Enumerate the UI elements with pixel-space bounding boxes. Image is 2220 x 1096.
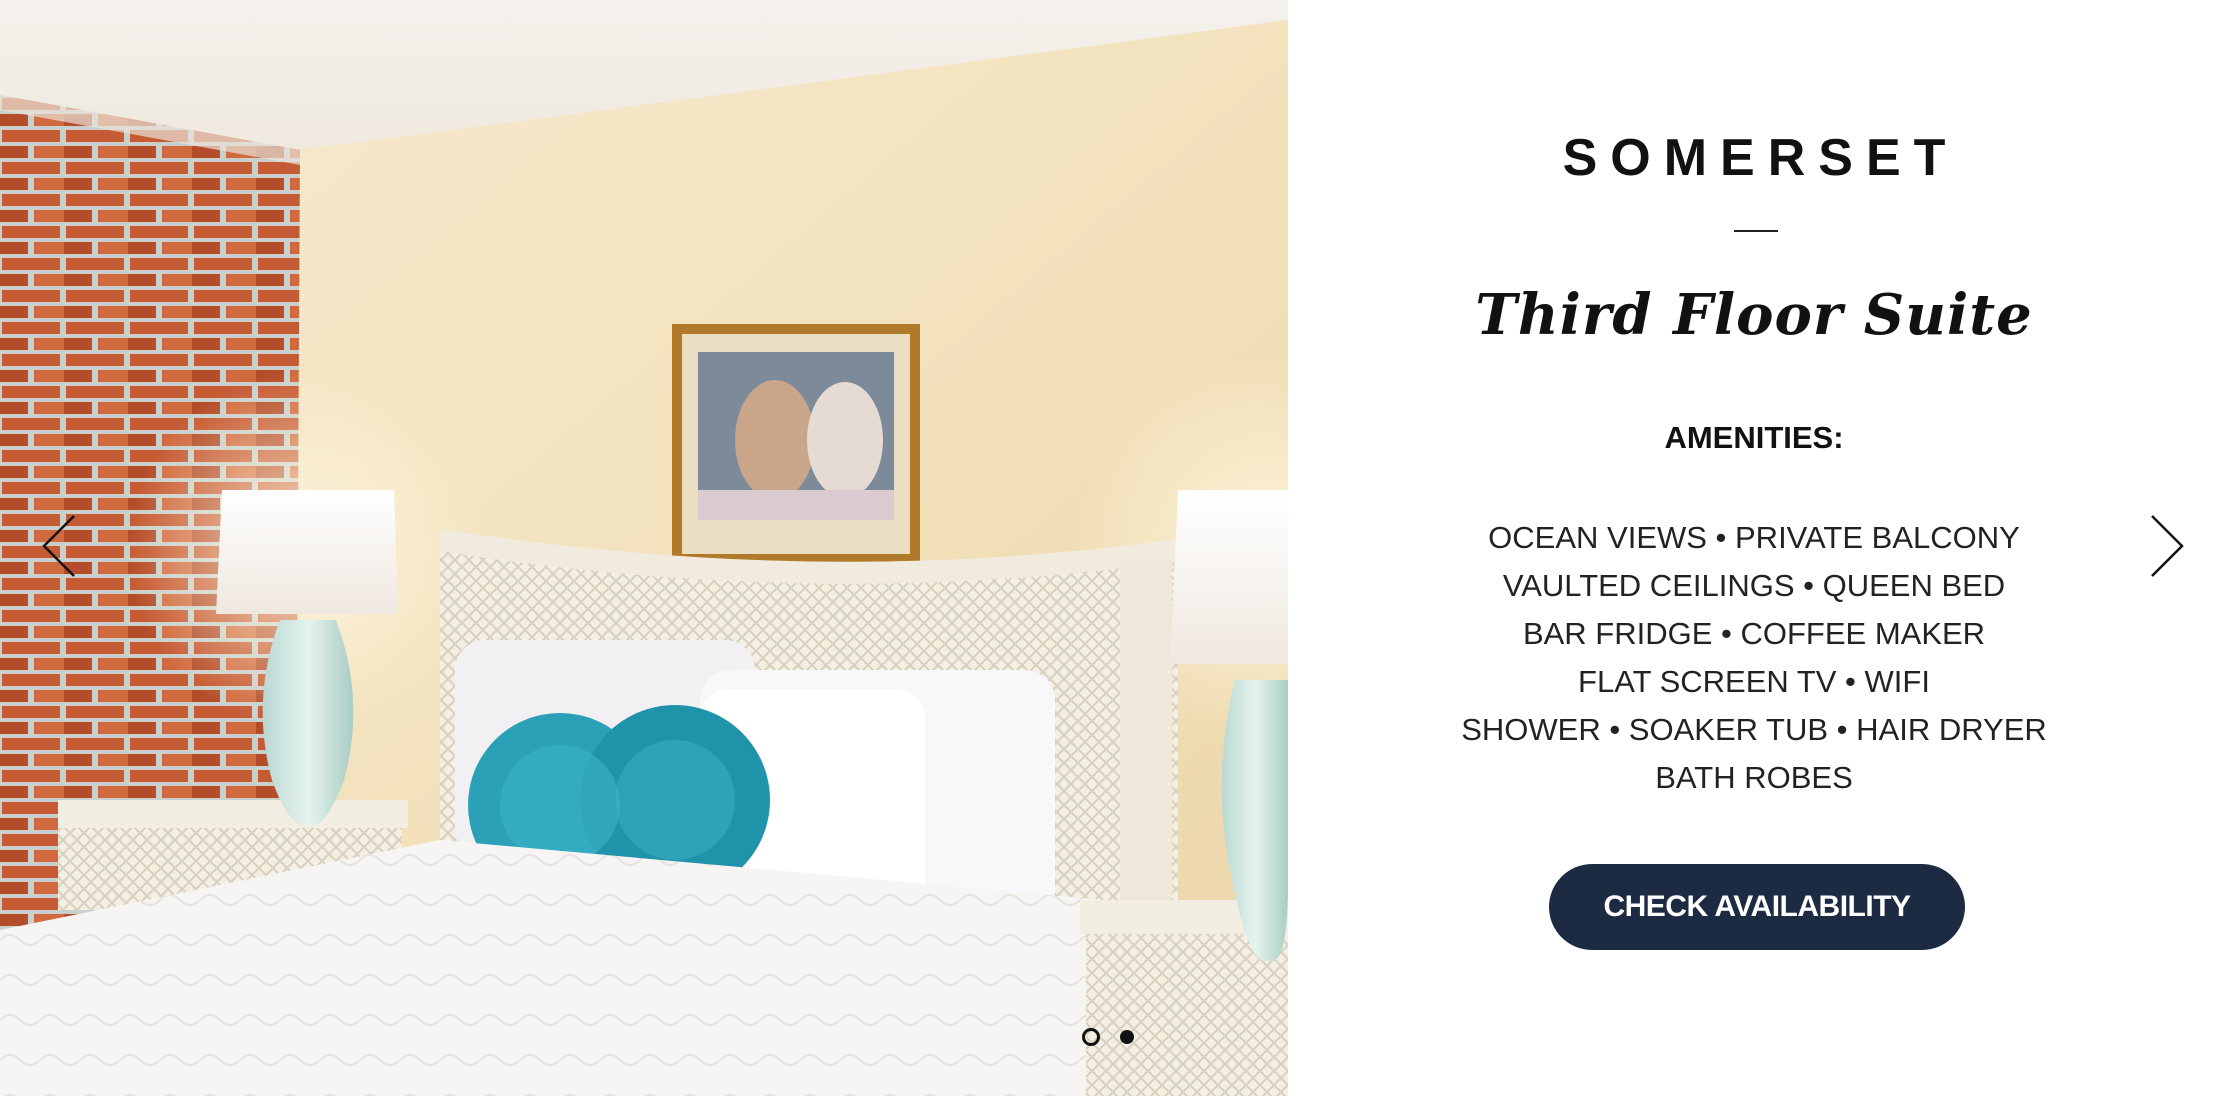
room-subtitle: Third Floor Suite [1475, 282, 2033, 348]
slide-dot-2[interactable] [1120, 1030, 1134, 1044]
amenity-line: VAULTED CEILINGS • QUEEN BED [1502, 568, 2006, 603]
slide-dot-1[interactable] [1082, 1028, 1100, 1046]
amenities-list: OCEAN VIEWS • PRIVATE BALCONY VAULTED CE… [1288, 514, 2220, 802]
amenity-line: SHOWER • SOAKER TUB • HAIR DRYER [1461, 712, 2047, 747]
amenities-heading: AMENITIES: [1664, 420, 1844, 455]
chevron-right-icon [2151, 515, 2184, 577]
amenity-line: BAR FRIDGE • COFFEE MAKER [1522, 616, 1986, 651]
slide-indicators [1082, 1028, 1134, 1046]
amenity-line: OCEAN VIEWS • PRIVATE BALCONY [1488, 520, 2020, 555]
amenity-line: FLAT SCREEN TV • WIFI [1578, 664, 1930, 699]
amenity-line: BATH ROBES [1655, 760, 1853, 795]
check-availability-button[interactable]: CHECK AVAILABILITY [1549, 864, 1965, 950]
next-slide-button[interactable] [2146, 514, 2186, 578]
room-photo [0, 0, 1288, 1096]
room-info-panel: SOMERSET Third Floor Suite AMENITIES: OC… [1288, 0, 2220, 1096]
room-name: SOMERSET [1562, 129, 1959, 187]
previous-slide-button[interactable] [40, 514, 80, 578]
chevron-left-icon [42, 515, 75, 577]
title-divider [1734, 230, 1778, 232]
